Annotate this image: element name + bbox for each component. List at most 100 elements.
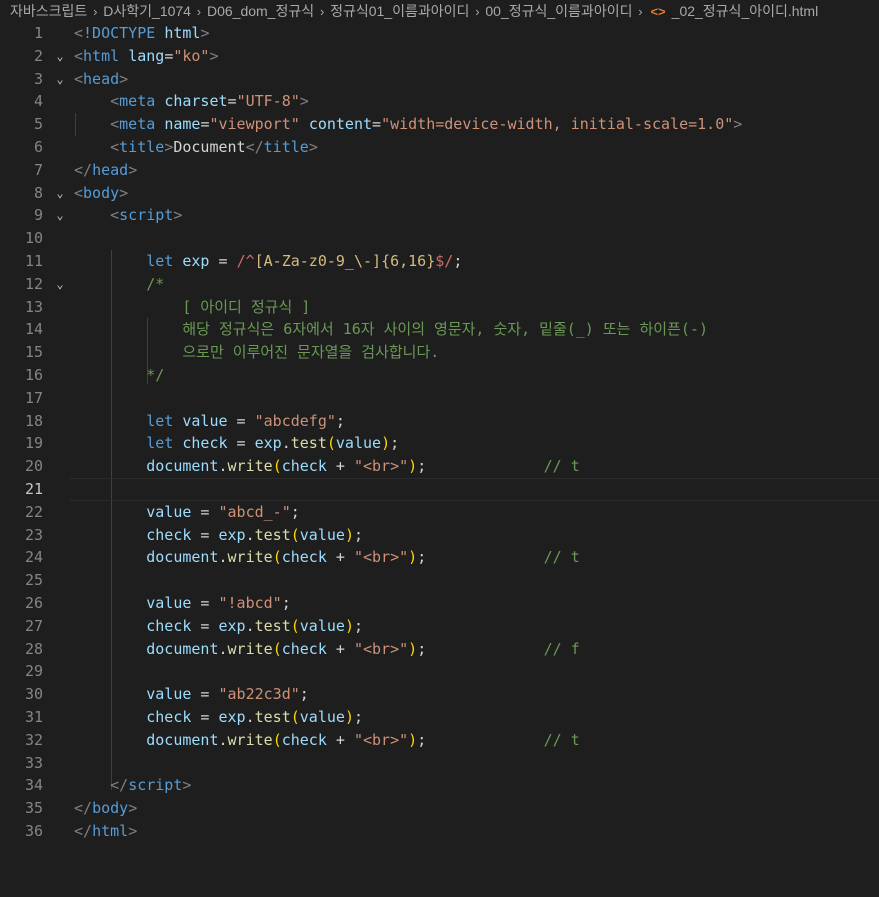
- breadcrumb-item-dom[interactable]: D06_dom_정규식: [207, 1, 314, 21]
- code-line[interactable]: 8 ⌄ <body>: [0, 182, 879, 205]
- code-line[interactable]: 22 value = "abcd_-";: [0, 501, 879, 524]
- code-token: // t: [543, 730, 580, 749]
- code-line[interactable]: 28 document.write(check + "<br>"); // f: [0, 638, 879, 661]
- code-token: <: [110, 92, 120, 111]
- code-line[interactable]: 12 ⌄ /*: [0, 273, 879, 296]
- code-token: ;: [417, 457, 427, 476]
- code-token: write: [227, 457, 273, 476]
- code-line[interactable]: 19 let check = exp.test(value);: [0, 432, 879, 455]
- code-token: value: [146, 593, 192, 612]
- code-token: >: [128, 799, 138, 818]
- breadcrumb-item-regex01[interactable]: 정규식01_이름과아이디: [330, 1, 469, 21]
- code-token: </: [74, 160, 93, 179]
- code-line[interactable]: 1 <!DOCTYPE html>: [0, 22, 879, 45]
- code-text: </head>: [74, 159, 137, 182]
- code-token: content: [308, 115, 373, 134]
- fold-chevron-icon[interactable]: ⌄: [53, 182, 67, 205]
- code-token: =: [227, 434, 255, 453]
- code-token: >: [182, 776, 192, 795]
- code-token: 으로만 이루어진 문자열을 검사합니다.: [182, 343, 440, 362]
- code-line[interactable]: 6 <title>Document</title>: [0, 136, 879, 159]
- code-editor[interactable]: 1 <!DOCTYPE html> 2 ⌄ <html lang="ko"> 3 ⌄ <hea…: [0, 22, 879, 843]
- code-token: =: [191, 525, 219, 544]
- code-line[interactable]: 7 </head>: [0, 159, 879, 182]
- code-text: let exp = /^[A-Za-z0-9_\-]{6,16}$/;: [74, 250, 462, 273]
- code-line[interactable]: 3 ⌄ <head>: [0, 68, 879, 91]
- code-line[interactable]: 16 */: [0, 364, 879, 387]
- code-line[interactable]: 11 let exp = /^[A-Za-z0-9_\-]{6,16}$/;: [0, 250, 879, 273]
- code-line[interactable]: 27 check = exp.test(value);: [0, 615, 879, 638]
- code-line[interactable]: 24 document.write(check + "<br>"); // t: [0, 546, 879, 569]
- code-line[interactable]: 33: [0, 752, 879, 775]
- code-text: document.write(check + "<br>"); // t: [74, 546, 580, 569]
- code-token: value: [182, 411, 228, 430]
- code-token: check: [281, 548, 327, 567]
- code-line[interactable]: 9 ⌄ <script>: [0, 204, 879, 227]
- code-token: title: [263, 137, 309, 156]
- code-token: meta: [119, 115, 156, 134]
- code-line[interactable]: 13 [ 아이디 정규식 ]: [0, 296, 879, 319]
- code-token: <: [74, 183, 84, 202]
- code-token: // t: [543, 548, 580, 567]
- code-text: let value = "abcdefg";: [74, 410, 345, 433]
- code-line[interactable]: 18 let value = "abcdefg";: [0, 410, 879, 433]
- code-line[interactable]: 30 value = "ab22c3d";: [0, 683, 879, 706]
- fold-chevron-icon[interactable]: ⌄: [53, 204, 67, 227]
- line-number: 28: [24, 639, 43, 658]
- fold-chevron-icon[interactable]: ⌄: [53, 273, 67, 296]
- fold-chevron-icon[interactable]: ⌄: [53, 45, 67, 68]
- code-token: check: [146, 616, 192, 635]
- code-line[interactable]: 15 으로만 이루어진 문자열을 검사합니다.: [0, 341, 879, 364]
- breadcrumb-item-regex00[interactable]: 00_정규식_이름과아이디: [485, 1, 632, 21]
- code-token: html: [92, 821, 129, 840]
- code-line[interactable]: 4 <meta charset="UTF-8">: [0, 90, 879, 113]
- code-token: body: [92, 799, 129, 818]
- code-line[interactable]: 29: [0, 660, 879, 683]
- code-token: (: [290, 525, 300, 544]
- code-token: <: [110, 137, 120, 156]
- code-token: ;: [390, 434, 400, 453]
- code-line[interactable]: 36 </html>: [0, 820, 879, 843]
- code-line[interactable]: 17: [0, 387, 879, 410]
- code-token: "!abcd": [218, 593, 282, 612]
- code-line[interactable]: 14 해당 정규식은 6자에서 16자 사이의 영문자, 숫자, 밑줄(_) 또…: [0, 318, 879, 341]
- code-token: </: [74, 821, 93, 840]
- code-token: .: [245, 707, 255, 726]
- code-line[interactable]: 2 ⌄ <html lang="ko">: [0, 45, 879, 68]
- chevron-right-icon: ›: [93, 3, 98, 19]
- code-line[interactable]: 31 check = exp.test(value);: [0, 706, 879, 729]
- code-token: [A-Za-z0-9_\-]: [254, 251, 382, 270]
- code-text: </html>: [74, 820, 137, 843]
- code-line[interactable]: 20 document.write(check + "<br>"); // t: [0, 455, 879, 478]
- line-number: 16: [24, 365, 43, 384]
- fold-chevron-icon[interactable]: ⌄: [53, 68, 67, 91]
- code-line[interactable]: 35 </body>: [0, 797, 879, 820]
- code-line[interactable]: 21: [0, 477, 879, 501]
- code-line[interactable]: 26 value = "!abcd";: [0, 592, 879, 615]
- code-line[interactable]: 23 check = exp.test(value);: [0, 524, 879, 547]
- code-line[interactable]: 5 <meta name="viewport" content="width=d…: [0, 113, 879, 136]
- line-number: 8: [33, 183, 43, 202]
- line-number: 21: [24, 479, 43, 498]
- line-number: 17: [24, 388, 43, 407]
- code-token: "<br>": [353, 457, 409, 476]
- code-line[interactable]: 10: [0, 227, 879, 250]
- code-token: =: [191, 593, 219, 612]
- code-token: !DOCTYPE: [83, 24, 156, 42]
- code-text: check = exp.test(value);: [74, 615, 363, 638]
- code-line[interactable]: 25: [0, 569, 879, 592]
- breadcrumb-item-file[interactable]: _02_정규식_아이디.html: [672, 1, 819, 21]
- code-text: document.write(check + "<br>"); // t: [74, 729, 580, 752]
- code-line[interactable]: 32 document.write(check + "<br>"); // t: [0, 729, 879, 752]
- breadcrumb-item-js[interactable]: 자바스크립트: [10, 1, 87, 21]
- code-line[interactable]: 34 </script>: [0, 774, 879, 797]
- breadcrumb-item-semester[interactable]: D사학기_1074: [103, 1, 191, 21]
- code-text: 으로만 이루어진 문자열을 검사합니다.: [74, 341, 439, 364]
